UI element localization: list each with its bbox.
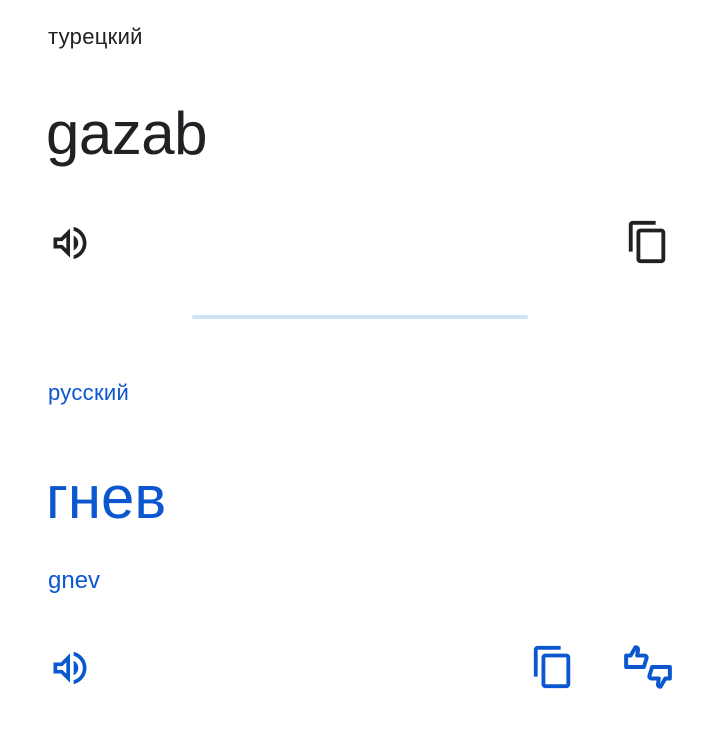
target-copy-button[interactable] bbox=[529, 643, 577, 691]
copy-icon bbox=[530, 644, 576, 690]
target-language-label: русский bbox=[48, 380, 130, 405]
speaker-icon bbox=[48, 221, 92, 265]
copy-icon bbox=[625, 219, 671, 265]
target-transliteration: gnev bbox=[48, 567, 101, 594]
source-text: gazab bbox=[46, 100, 207, 167]
section-divider bbox=[192, 315, 528, 319]
thumbs-rate-icon bbox=[623, 642, 673, 692]
speaker-icon bbox=[48, 646, 92, 690]
target-listen-button[interactable] bbox=[46, 644, 94, 692]
rate-translation-button[interactable] bbox=[624, 643, 672, 691]
target-text: гнев bbox=[46, 464, 167, 531]
source-listen-button[interactable] bbox=[46, 219, 94, 267]
source-language-label: турецкий bbox=[48, 24, 143, 49]
source-copy-button[interactable] bbox=[624, 218, 672, 266]
